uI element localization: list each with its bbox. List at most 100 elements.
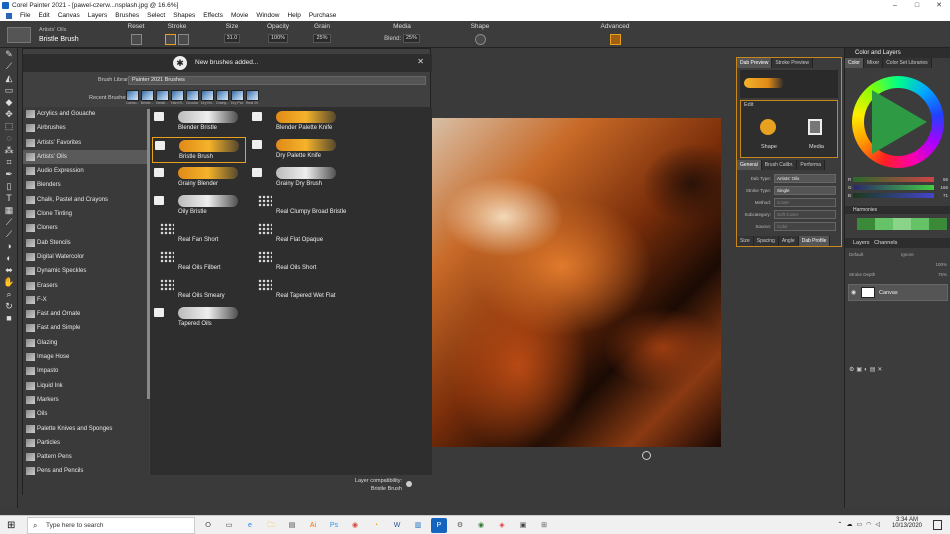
brush-variant-item[interactable]: Oily Bristle	[152, 193, 246, 219]
brush-variant-item[interactable]: Grainy Dry Brush	[250, 165, 344, 191]
eraser-alt-icon[interactable]: ◆	[3, 97, 15, 108]
reset-icon[interactable]	[130, 34, 142, 45]
media-blend-field[interactable]: 25%	[402, 34, 420, 43]
category-item[interactable]: Pattern Pens	[23, 450, 149, 464]
tab-general[interactable]: General	[737, 160, 762, 170]
minimize-button[interactable]: –	[884, 0, 906, 11]
category-item[interactable]: Liquid Ink	[23, 379, 149, 393]
shape-edit-icon[interactable]	[760, 119, 776, 135]
new-layer-icon[interactable]: ▣	[856, 367, 864, 373]
category-item[interactable]: F-X	[23, 293, 149, 307]
brush-variant-item[interactable]: Real Fan Short	[152, 221, 246, 247]
menu-layers[interactable]: Layers	[88, 11, 108, 21]
tab-dab-profile[interactable]: Dab Profile	[798, 236, 831, 246]
tab-performance[interactable]: Performa	[797, 160, 825, 170]
delete-layer-icon[interactable]: ✕	[877, 367, 884, 373]
menu-effects[interactable]: Effects	[203, 11, 223, 21]
notification-icon[interactable]	[933, 520, 942, 530]
move-tool-icon[interactable]: ✥	[3, 109, 15, 120]
dab-field-value[interactable]: Single	[774, 185, 836, 195]
tab-angle[interactable]: Angle	[778, 236, 799, 246]
brush-tool-icon[interactable]: ✎	[3, 49, 15, 60]
close-library-icon[interactable]: ✕	[417, 57, 424, 66]
dodge-tool-icon[interactable]: ◑	[3, 241, 15, 252]
category-item[interactable]: Artists' Favorites	[23, 136, 149, 150]
burn-tool-icon[interactable]: ◐	[3, 253, 15, 264]
recent-brush-item[interactable]: Dry Pal...	[231, 90, 244, 107]
category-item[interactable]: Audio Expression	[23, 164, 149, 178]
opacity-field[interactable]: 100%	[267, 34, 289, 43]
taskbar-app-icon[interactable]: Ai	[305, 518, 321, 533]
stroke-depth-value[interactable]: 75%	[938, 272, 947, 277]
tab-dab-preview[interactable]: Dab Preview	[737, 58, 773, 68]
harmony-swatch[interactable]	[911, 218, 929, 230]
brush-variant-item[interactable]: Real Clumpy Broad Bristle	[250, 193, 346, 219]
menu-shapes[interactable]: Shapes	[173, 11, 195, 21]
tab-stroke-preview[interactable]: Stroke Preview	[772, 58, 813, 68]
category-item[interactable]: Impasto	[23, 364, 149, 378]
taskbar-app-icon[interactable]: ◈	[494, 518, 510, 533]
shape-tool-icon[interactable]: ▯	[3, 181, 15, 192]
taskbar-app-icon[interactable]: ▥	[410, 518, 426, 533]
cloud-icon[interactable]: ☁	[846, 521, 852, 528]
menu-brushes[interactable]: Brushes	[115, 11, 139, 21]
dropper-tool-icon[interactable]: ⟋	[3, 61, 15, 72]
taskbar-app-icon[interactable]: W	[389, 518, 405, 533]
taskbar-app-icon[interactable]: ▣	[515, 518, 531, 533]
text-tool-icon[interactable]: T	[3, 193, 15, 204]
menu-file[interactable]: File	[20, 11, 30, 21]
maximize-button[interactable]: □	[906, 0, 928, 11]
category-item[interactable]: Oils	[23, 407, 149, 421]
brush-variant-item[interactable]: Blender Palette Knife	[250, 109, 344, 135]
taskbar-app-icon[interactable]: ⭘	[200, 518, 216, 533]
tab-brush-calibration[interactable]: Brush Calibr.	[761, 160, 798, 170]
menu-help[interactable]: Help	[287, 11, 300, 21]
volume-icon[interactable]: ◁	[875, 521, 880, 528]
crop-tool-icon[interactable]: ⌗	[3, 157, 15, 168]
taskbar-app-icon[interactable]: ⚙	[452, 518, 468, 533]
clock[interactable]: 3:34 AM 10/13/2020	[892, 517, 922, 529]
pen-tool-icon[interactable]: ✒	[3, 169, 15, 180]
recent-brush-item[interactable]: Hard R...	[171, 90, 184, 107]
tab-color[interactable]: Color	[845, 58, 864, 68]
rgb-value[interactable]: 166	[936, 185, 948, 190]
category-item[interactable]: Markers	[23, 393, 149, 407]
tab-color-sets[interactable]: Color Set Libraries	[883, 58, 932, 68]
harmony-swatch[interactable]	[929, 218, 947, 230]
recent-brush-item[interactable]: Dry Bri...	[201, 90, 214, 107]
stroke-straight-icon[interactable]	[177, 34, 189, 45]
category-item[interactable]: Dab Stencils	[23, 236, 149, 250]
taskbar-app-icon[interactable]: ⊞	[536, 518, 552, 533]
taskbar-app-icon[interactable]: ◔	[368, 518, 384, 533]
category-item[interactable]: Artists' Oils	[23, 149, 149, 165]
taskbar-app-icon[interactable]: ◉	[473, 518, 489, 533]
category-item[interactable]: Pens and Pencils	[23, 464, 149, 475]
menu-purchase[interactable]: Purchase	[309, 11, 336, 21]
dab-field-value[interactable]: Artists' Oils	[774, 173, 836, 183]
blend-mode-dropdown[interactable]: Default	[849, 252, 863, 257]
category-item[interactable]: Digital Watercolor	[23, 250, 149, 264]
brush-variant-item[interactable]: Blender Bristle	[152, 109, 246, 135]
transform-tool-icon[interactable]: ⬚	[3, 121, 15, 132]
tab-layers[interactable]: Layers	[853, 240, 870, 246]
battery-icon[interactable]: ▭	[856, 521, 862, 528]
brush-variant-item[interactable]: Dry Palette Knife	[250, 137, 344, 163]
wifi-icon[interactable]: ◠	[866, 521, 871, 528]
rgb-slider[interactable]	[853, 184, 934, 190]
rotate-page-icon[interactable]: ↻	[3, 301, 15, 312]
brush-variant-item[interactable]: Real Flat Opaque	[250, 221, 344, 247]
mirror-tool-icon[interactable]: ⬌	[3, 265, 15, 276]
lasso-tool-icon[interactable]: ◌	[3, 133, 15, 144]
category-item[interactable]: Fast and Simple	[23, 321, 149, 335]
composite-dropdown[interactable]: Ignore	[901, 252, 914, 257]
rgb-value[interactable]: 71	[936, 193, 948, 198]
eye-icon[interactable]: ◉	[851, 289, 856, 296]
menu-movie[interactable]: Movie	[231, 11, 248, 21]
size-field[interactable]: 31.0	[223, 34, 241, 43]
blender-tool-icon[interactable]: ⟋	[3, 229, 15, 240]
brush-variant-item[interactable]: Tapered Oils	[152, 305, 246, 331]
color-triangle[interactable]	[872, 90, 927, 154]
canvas-artwork[interactable]	[431, 118, 721, 447]
harmony-swatch[interactable]	[875, 218, 893, 230]
rgb-slider[interactable]	[853, 192, 934, 198]
